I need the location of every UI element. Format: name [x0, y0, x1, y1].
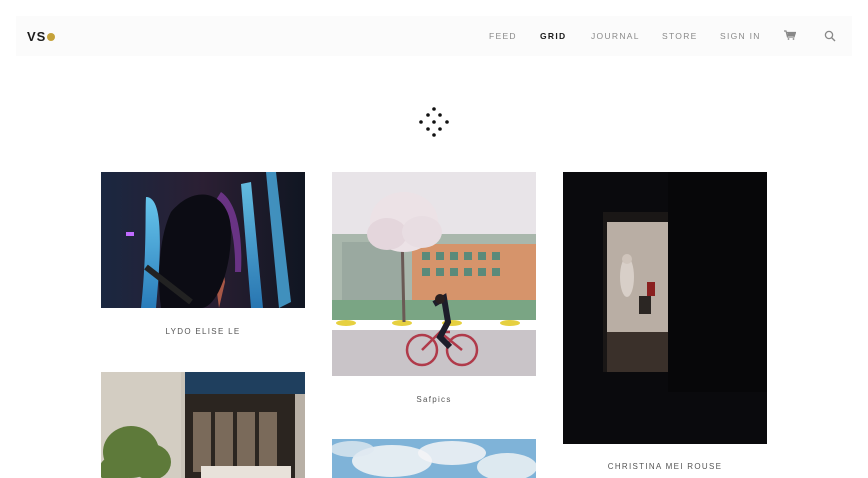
nav-journal-link[interactable]: JOURNAL — [591, 31, 640, 41]
photo-dark-doorway-image — [563, 172, 767, 444]
photo-building-window[interactable] — [101, 372, 305, 478]
search-icon[interactable] — [824, 30, 836, 42]
nav-sign-in-link[interactable]: SIGN IN — [720, 31, 761, 41]
logo-dot-icon — [47, 33, 56, 41]
photo-caption[interactable]: LYDO ELISE LE — [101, 327, 305, 336]
photo-caption[interactable]: CHRISTINA MEI ROUSE — [563, 462, 767, 471]
photo-dark-doorway[interactable] — [563, 172, 767, 444]
logo-text: VS — [27, 29, 47, 44]
photo-caption[interactable]: Safpics — [332, 395, 536, 404]
cart-icon[interactable] — [784, 30, 796, 40]
nav-feed-link[interactable]: FEED — [489, 31, 517, 41]
photo-cyclist[interactable] — [332, 172, 536, 376]
top-nav: VS FEED GRID JOURNAL STORE SIGN IN — [16, 16, 852, 56]
photo-neon-portrait[interactable] — [101, 172, 305, 308]
photo-cyclist-image — [332, 172, 536, 376]
nav-grid-link[interactable]: GRID — [540, 31, 566, 41]
photo-sky-image — [332, 439, 536, 478]
nav-store-link[interactable]: STORE — [662, 31, 698, 41]
photo-neon-portrait-image — [101, 172, 305, 308]
photo-building-window-image — [101, 372, 305, 478]
photo-sky[interactable] — [332, 439, 536, 478]
grid-dots-icon — [419, 107, 449, 137]
vsco-logo[interactable]: VS — [27, 29, 56, 44]
